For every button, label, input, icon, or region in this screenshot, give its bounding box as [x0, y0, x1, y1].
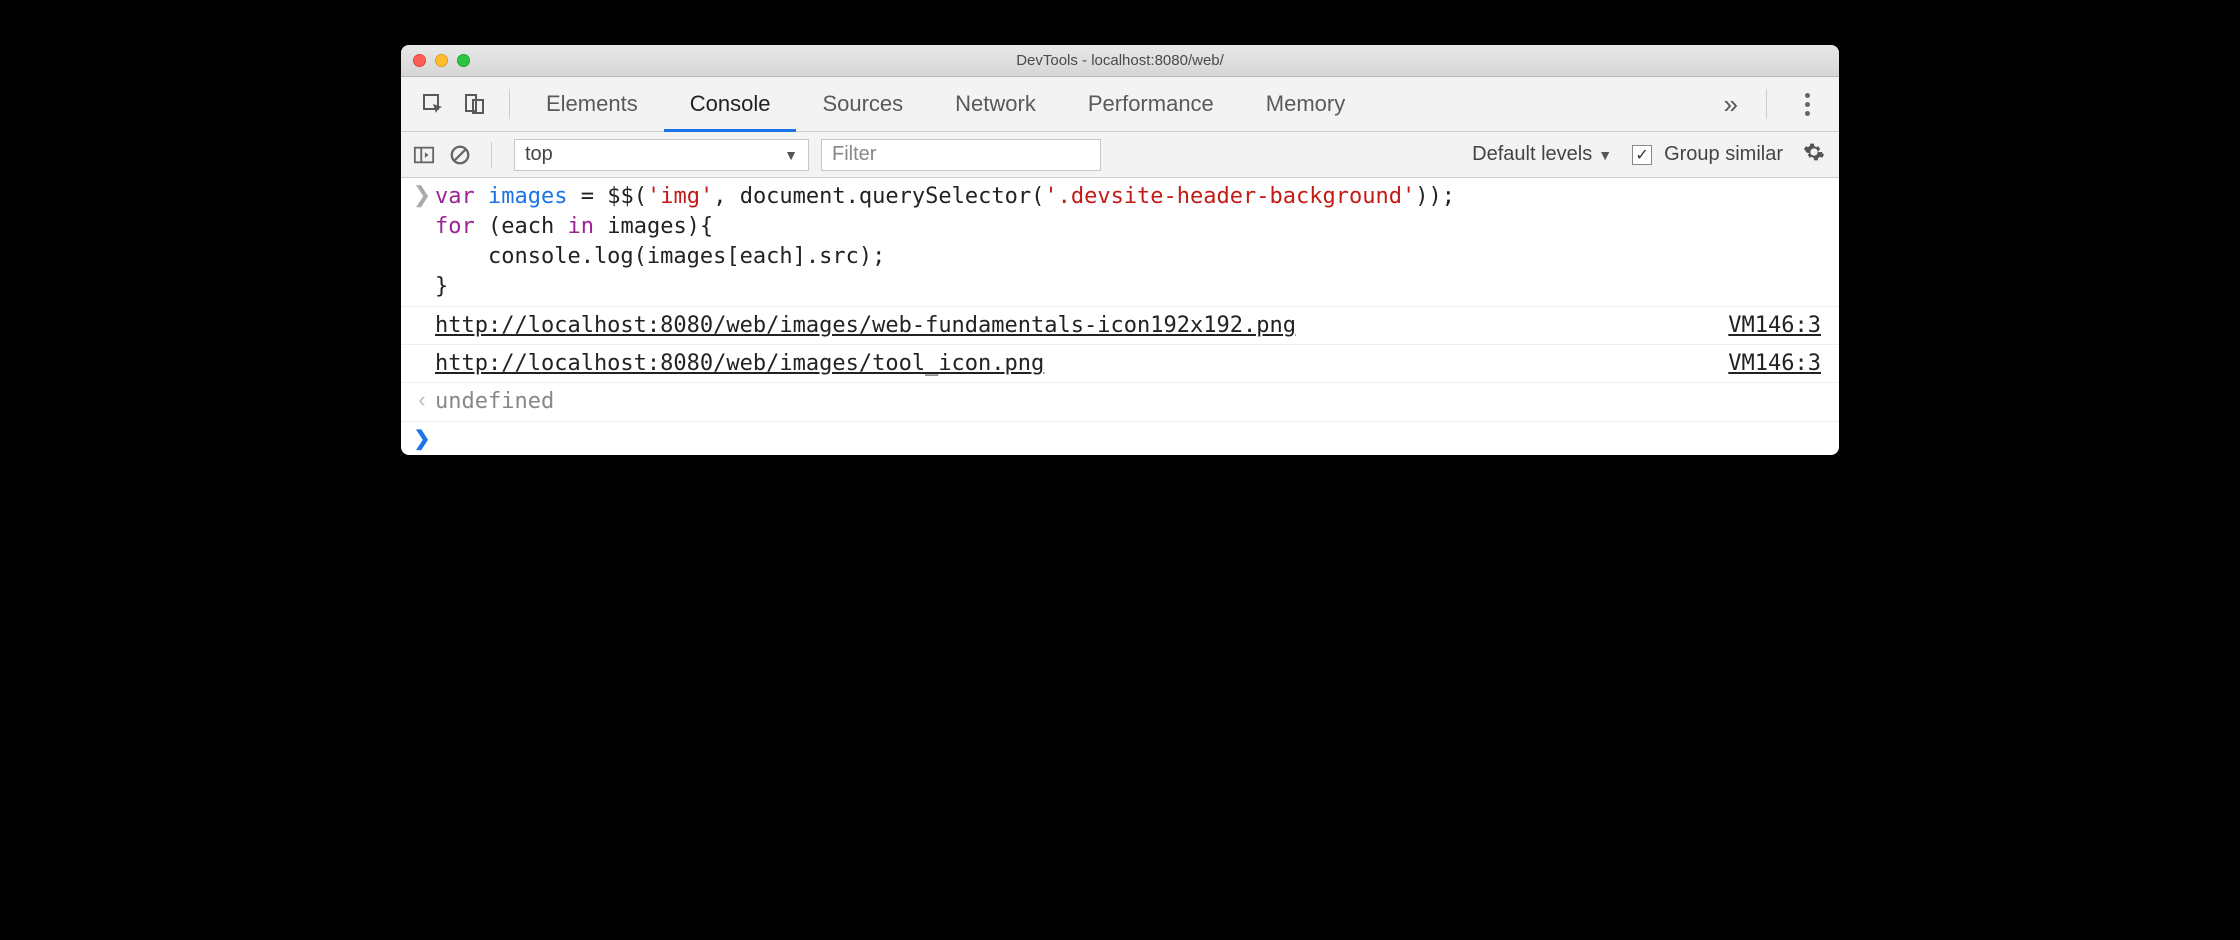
tab-elements[interactable]: Elements	[520, 77, 664, 132]
console-output[interactable]: ❯ var images = $$('img', document.queryS…	[401, 178, 1839, 455]
console-log-row: http://localhost:8080/web/images/web-fun…	[401, 307, 1839, 345]
context-selector[interactable]: top ▼	[514, 139, 809, 171]
close-window-button[interactable]	[413, 54, 426, 67]
console-input[interactable]	[435, 426, 1827, 451]
tab-memory[interactable]: Memory	[1240, 77, 1371, 132]
main-tabs: Elements Console Sources Network Perform…	[401, 77, 1839, 132]
tab-console[interactable]: Console	[664, 77, 797, 132]
input-marker-icon: ❯	[409, 182, 435, 302]
menu-icon[interactable]	[1795, 93, 1819, 116]
levels-label: Default levels	[1472, 143, 1592, 166]
traffic-lights	[401, 54, 470, 67]
clear-console-icon[interactable]	[445, 140, 475, 170]
tab-sources[interactable]: Sources	[796, 77, 929, 132]
divider	[1766, 89, 1767, 119]
group-similar-checkbox[interactable]: ✓	[1632, 145, 1652, 165]
settings-icon[interactable]	[1803, 141, 1825, 168]
zoom-window-button[interactable]	[457, 54, 470, 67]
minimize-window-button[interactable]	[435, 54, 448, 67]
devtools-window: DevTools - localhost:8080/web/ Elements …	[401, 45, 1839, 455]
window-title: DevTools - localhost:8080/web/	[401, 52, 1839, 69]
divider	[509, 89, 510, 119]
console-return-row: ‹ undefined	[401, 383, 1839, 422]
more-tabs-icon[interactable]: »	[1724, 89, 1738, 120]
divider	[491, 142, 492, 168]
console-input-row: ❯ var images = $$('img', document.queryS…	[401, 178, 1839, 307]
log-source-link[interactable]: VM146:3	[1728, 313, 1821, 338]
context-value: top	[525, 143, 553, 166]
group-similar-label: Group similar	[1664, 143, 1783, 166]
filter-input[interactable]	[821, 139, 1101, 171]
inspect-element-icon[interactable]	[419, 90, 447, 118]
console-log-row: http://localhost:8080/web/images/tool_ic…	[401, 345, 1839, 383]
chevron-down-icon: ▼	[1598, 147, 1612, 163]
log-link[interactable]: http://localhost:8080/web/images/web-fun…	[435, 313, 1296, 338]
tab-network[interactable]: Network	[929, 77, 1062, 132]
output-marker-icon: ‹	[409, 387, 435, 417]
return-value: undefined	[435, 387, 1827, 417]
console-code[interactable]: var images = $$('img', document.querySel…	[435, 182, 1827, 302]
chevron-down-icon: ▼	[784, 147, 798, 163]
console-prompt-row[interactable]: ❯	[401, 422, 1839, 455]
log-levels-selector[interactable]: Default levels ▼ ✓ Group similar	[1472, 143, 1797, 166]
console-toolbar: top ▼ Default levels ▼ ✓ Group similar	[401, 132, 1839, 178]
toggle-sidebar-icon[interactable]	[409, 140, 439, 170]
prompt-icon: ❯	[409, 426, 435, 451]
titlebar: DevTools - localhost:8080/web/	[401, 45, 1839, 77]
toggle-device-icon[interactable]	[461, 90, 489, 118]
log-link[interactable]: http://localhost:8080/web/images/tool_ic…	[435, 351, 1044, 376]
log-source-link[interactable]: VM146:3	[1728, 351, 1821, 376]
tab-performance[interactable]: Performance	[1062, 77, 1240, 132]
